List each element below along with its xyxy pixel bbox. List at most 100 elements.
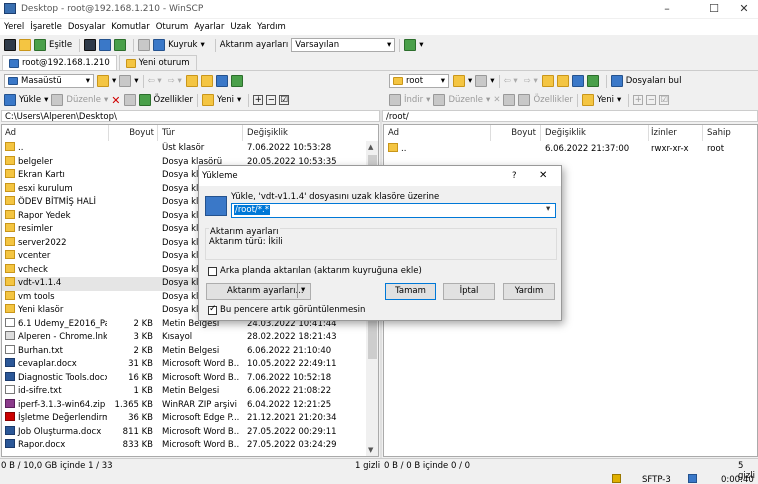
col-header-owner[interactable]: Sahip	[707, 125, 731, 141]
parent-folder-icon[interactable]	[185, 75, 198, 87]
chevron-down-icon[interactable]: ▾	[44, 95, 48, 105]
gear-icon[interactable]	[138, 39, 151, 51]
root-folder-icon[interactable]	[556, 75, 569, 87]
col-header-type[interactable]: Tür	[162, 125, 175, 141]
globe-icon[interactable]	[404, 39, 417, 51]
chevron-down-icon[interactable]: ▾	[486, 95, 490, 105]
table-row[interactable]: cevaplar.docx 31 KB Microsoft Word B... 10.…	[2, 358, 365, 372]
menu-files[interactable]: Dosyalar	[68, 22, 105, 32]
edit-button[interactable]: Düzenle	[66, 95, 101, 105]
background-transfer-checkbox[interactable]	[208, 267, 217, 276]
new-icon[interactable]	[202, 94, 214, 106]
copy-icon[interactable]	[99, 39, 112, 51]
target-path-input[interactable]: /root/*.* ▾	[231, 203, 556, 218]
menu-local[interactable]: Yerel	[4, 22, 24, 32]
properties-button[interactable]: Özellikler	[533, 95, 572, 105]
table-row[interactable]: Rapor.docx 833 KB Microsoft Word B... 27.05…	[2, 439, 365, 453]
back-icon[interactable]: ⇦ ▾	[148, 76, 162, 86]
forward-icon[interactable]: ⇨ ▾	[524, 76, 538, 86]
col-header-name[interactable]: Ad	[388, 125, 399, 141]
chevron-down-icon[interactable]: ▾	[419, 40, 423, 50]
help-button[interactable]: Yardım	[503, 283, 555, 300]
col-header-rights[interactable]: İzinler	[651, 125, 677, 141]
right-dir-select[interactable]: root ▾	[389, 74, 449, 88]
left-path-bar[interactable]: C:\Users\Alperen\Desktop\	[1, 110, 380, 122]
tab-new-session[interactable]: Yeni oturum	[118, 55, 197, 70]
invert-selection-icon[interactable]: ☑	[279, 95, 290, 105]
root-folder-icon[interactable]	[200, 75, 213, 87]
col-header-name[interactable]: Ad	[5, 125, 16, 141]
find-files-button[interactable]: Dosyaları bul	[626, 76, 682, 86]
terminal-icon[interactable]	[84, 39, 97, 51]
chevron-down-icon[interactable]: ▾	[297, 283, 305, 298]
table-row[interactable]: .. 6.06.2022 21:37:00 rwxr-xr-x root	[384, 143, 757, 157]
rename-icon[interactable]	[123, 94, 136, 106]
deselect-icon[interactable]: −	[646, 95, 657, 105]
new-tab-icon[interactable]	[4, 39, 16, 51]
filter-folder-icon[interactable]	[453, 75, 465, 87]
rename-icon[interactable]	[503, 94, 516, 106]
menu-remote[interactable]: Uzak	[230, 22, 251, 32]
parent-folder-icon[interactable]	[541, 75, 554, 87]
menu-session[interactable]: Oturum	[156, 22, 189, 32]
delete-icon[interactable]: ✕	[111, 94, 120, 107]
properties-button[interactable]: Özellikler	[154, 95, 193, 105]
minimize-button[interactable]: –	[653, 0, 681, 18]
open-folder-icon[interactable]	[19, 39, 31, 51]
forward-icon[interactable]: ⇨ ▾	[168, 76, 182, 86]
table-row[interactable]: Diagnostic Tools.docx 16 KB Microsoft Word…	[2, 371, 365, 386]
invert-selection-icon[interactable]: ☑	[659, 95, 670, 105]
table-row[interactable]: Job Oluşturma.docx 811 KB Microsoft Word B…	[2, 425, 365, 440]
edit-icon[interactable]	[433, 94, 446, 106]
maximize-button[interactable]: ☐	[700, 0, 728, 18]
new-button[interactable]: Yeni	[217, 95, 234, 105]
sync-button[interactable]: Eşitle	[49, 40, 72, 50]
select-all-icon[interactable]: +	[633, 95, 644, 105]
scroll-up-icon[interactable]: ▲	[368, 143, 373, 151]
menu-commands[interactable]: Komutlar	[111, 22, 149, 32]
queue-button[interactable]: Kuyruk	[168, 40, 197, 50]
download-icon[interactable]	[389, 94, 401, 106]
chevron-down-icon[interactable]: ▾	[468, 76, 472, 86]
menu-options[interactable]: Ayarlar	[194, 22, 224, 32]
edit-icon[interactable]	[51, 94, 64, 106]
transfer-settings-button[interactable]: Aktarım ayarları... ▾	[206, 283, 311, 300]
table-row[interactable]: .. Üst klasör 7.06.2022 10:53:28	[2, 142, 365, 156]
upload-button[interactable]: Yükle	[19, 95, 41, 105]
properties-icon[interactable]	[518, 94, 531, 106]
properties-icon[interactable]	[138, 94, 151, 106]
new-icon[interactable]	[581, 94, 594, 106]
download-button[interactable]: İndir	[404, 95, 423, 105]
table-row[interactable]: Alperen - Chrome.lnk 3 KB Kısayol 28.02.202…	[2, 331, 365, 345]
refresh-icon[interactable]	[114, 39, 127, 51]
menu-mark[interactable]: İşaretle	[30, 22, 62, 32]
chevron-down-icon[interactable]: ▾	[200, 40, 204, 50]
menu-help[interactable]: Yardım	[257, 22, 286, 32]
transfer-settings-select[interactable]: Varsayılan ▾	[291, 38, 396, 52]
chevron-down-icon[interactable]: ▾	[237, 95, 241, 105]
dont-show-checkbox[interactable]: ✓	[208, 304, 217, 315]
chevron-down-icon[interactable]: ▾	[134, 76, 138, 86]
delete-icon[interactable]: ✕	[493, 95, 500, 105]
select-all-icon[interactable]: +	[253, 95, 264, 105]
refresh-icon[interactable]	[230, 75, 243, 87]
filter-icon[interactable]	[475, 75, 488, 87]
dialog-close-button[interactable]: ✕	[539, 166, 547, 186]
chevron-down-icon[interactable]: ▾	[546, 204, 550, 214]
table-row[interactable]: id-sifre.txt 1 KB Metin Belgesi 6.06.2022 2…	[2, 385, 365, 399]
dialog-help-button[interactable]: ?	[512, 166, 517, 186]
chevron-down-icon[interactable]: ▾	[617, 95, 621, 105]
queue-icon[interactable]	[153, 39, 166, 51]
close-window-button[interactable]: ✕	[730, 0, 758, 18]
upload-icon[interactable]	[4, 94, 16, 106]
left-drive-select[interactable]: Masaüstü ▾	[4, 74, 94, 88]
tab-session[interactable]: root@192.168.1.210	[2, 55, 117, 70]
table-row[interactable]: iperf-3.1.3-win64.zip 1.365 KB WinRAR ZIP …	[2, 398, 365, 413]
deselect-icon[interactable]: −	[266, 95, 277, 105]
table-row[interactable]: İşletme Değerlendirm... 36 KB Microsoft Ed…	[2, 412, 365, 426]
ok-button[interactable]: Tamam	[385, 283, 436, 300]
scroll-down-icon[interactable]: ▼	[368, 446, 373, 454]
col-header-changed[interactable]: Değişiklik	[247, 125, 288, 141]
home-icon[interactable]	[215, 75, 228, 87]
filter-folder-icon[interactable]	[97, 75, 109, 87]
